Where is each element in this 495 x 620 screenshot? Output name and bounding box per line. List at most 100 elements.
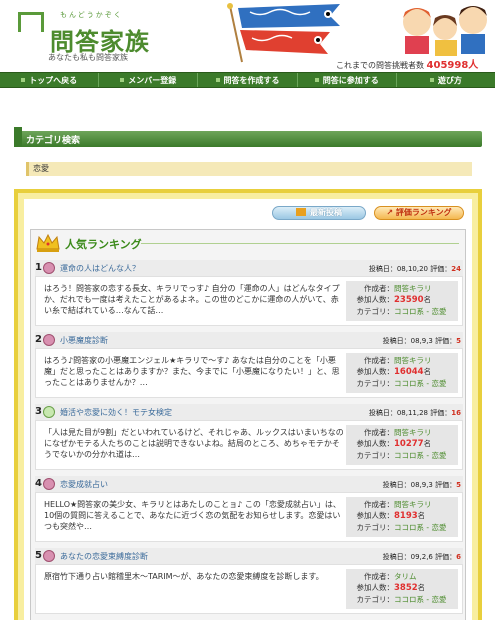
author-label: 作成者： xyxy=(364,500,394,509)
nav-top[interactable]: トップへ戻る xyxy=(0,73,98,87)
author-link[interactable]: 問答キラリ xyxy=(394,284,432,293)
question-meta: 投稿日：08,9,3 評価：5 xyxy=(383,336,461,346)
question-description: 「人は見た目が9割」だといわれているけど、それじゃあ、ルックスはいまいちなのにな… xyxy=(44,428,344,459)
author-link[interactable]: 問答キラリ xyxy=(394,428,432,437)
ranking-entry: 2 小悪魔度診断 投稿日：08,9,3 評価：5 はろう♪問答家の小悪魔エンジェ… xyxy=(35,332,463,398)
category-link[interactable]: ココロ系 - 恋愛 xyxy=(394,379,446,388)
house-roof-icon xyxy=(18,12,44,32)
author-label: 作成者： xyxy=(364,428,394,437)
main-nav: トップへ戻る メンバー登録 問答を作成する 問答に参加する 遊び方 xyxy=(0,72,495,88)
author-avatar-icon xyxy=(43,478,55,490)
category-label: カテゴリ： xyxy=(356,523,395,532)
author-avatar-icon xyxy=(43,334,55,346)
entry-body: はろう！問答家の恋する長女、キラリでっす♪ 自分の「運命の人」はどんなタイプか、… xyxy=(35,276,463,326)
nav-bullet-icon xyxy=(215,78,220,82)
ranking-entry: 4 恋愛成就占い 投稿日：08,9,3 評価：5 HELLO★問答家の美少女、キ… xyxy=(35,476,463,542)
rank-number: 4 xyxy=(35,478,42,489)
posted-date: 08,9,3 xyxy=(410,337,433,345)
rank-number: 5 xyxy=(35,550,42,561)
nav-howto[interactable]: 遊び方 xyxy=(395,73,495,87)
nav-label: 問答に参加する xyxy=(322,75,379,85)
posted-date: 08,11,28 xyxy=(396,409,429,417)
rank-number: 1 xyxy=(35,262,42,273)
participants-count: 8193 xyxy=(394,511,418,521)
posted-label: 投稿日： xyxy=(382,553,411,561)
nav-bullet-icon xyxy=(120,78,125,82)
posted-label: 投稿日： xyxy=(368,409,397,417)
posted-date: 09,2,6 xyxy=(410,553,433,561)
posted-date: 08,9,3 xyxy=(410,481,433,489)
ranking-title: 人気ランキング xyxy=(65,238,142,251)
latest-icon xyxy=(296,208,306,216)
nav-label: トップへ戻る xyxy=(29,75,78,85)
question-description: はろう♪問答家の小悪魔エンジェル★キラリで〜す♪ あなたは自分のことを「小悪魔」… xyxy=(44,356,340,387)
category-label: カテゴリ： xyxy=(356,379,395,388)
category-header-tab xyxy=(14,127,22,147)
category-search-header: カテゴリ検索 xyxy=(14,127,482,147)
entry-header: 1 運命の人はどんな人？ 投稿日：08,10,20 評価：24 xyxy=(35,260,463,276)
author-label: 作成者： xyxy=(364,572,394,581)
question-title-link[interactable]: 運命の人はどんな人？ xyxy=(60,263,140,274)
question-meta: 投稿日：08,10,20 評価：24 xyxy=(369,264,461,274)
site-logo[interactable]: もんどうかぞく 問答家族 あなたも私も問答家族 xyxy=(14,6,164,66)
question-info-box: 作成者：問答キラリ 参加人数：8193名 カテゴリ：ココロ系 - 恋愛 xyxy=(346,497,458,537)
author-avatar-icon xyxy=(43,550,55,562)
question-description: はろう！問答家の恋する長女、キラリでっす♪ 自分の「運命の人」はどんなタイプか、… xyxy=(44,284,340,315)
rating-label: 評価： xyxy=(435,481,457,489)
posted-label: 投稿日： xyxy=(382,481,411,489)
author-link[interactable]: タリム xyxy=(394,572,417,581)
latest-posts-button[interactable]: 最新投稿 xyxy=(272,206,366,220)
rating-score: 16 xyxy=(451,409,461,417)
author-avatar-icon xyxy=(43,262,55,274)
nav-bullet-icon xyxy=(429,78,434,82)
posted-label: 投稿日： xyxy=(382,337,411,345)
category-link[interactable]: ココロ系 - 恋愛 xyxy=(394,523,446,532)
participants-unit: 名 xyxy=(417,511,426,520)
participants-count: 16044 xyxy=(394,367,424,377)
ranking-entry: 1 運命の人はどんな人？ 投稿日：08,10,20 評価：24 はろう！問答家の… xyxy=(35,260,463,326)
rating-label: 評価： xyxy=(435,553,457,561)
category-link[interactable]: ココロ系 - 恋愛 xyxy=(394,595,446,604)
rating-ranking-label: 評価ランキング xyxy=(395,208,452,217)
author-link[interactable]: 問答キラリ xyxy=(394,356,432,365)
question-title-link[interactable]: 小悪魔度診断 xyxy=(60,335,108,346)
nav-label: メンバー登録 xyxy=(128,75,177,85)
participants-unit: 名 xyxy=(423,367,432,376)
entry-body: はろう♪問答家の小悪魔エンジェル★キラリで〜す♪ あなたは自分のことを「小悪魔」… xyxy=(35,348,463,398)
participants-unit: 名 xyxy=(423,295,432,304)
participants-unit: 名 xyxy=(417,583,426,592)
question-title-link[interactable]: 婚活や恋愛に効く！モテ女検定 xyxy=(60,407,172,418)
question-meta: 投稿日：08,11,28 評価：16 xyxy=(369,408,461,418)
nav-label: 問答を作成する xyxy=(223,75,280,85)
nav-bullet-icon xyxy=(314,78,319,82)
entry-body: 原宿竹下通り占い館稽里木〜TARIM〜が、あなたの恋愛束縛度を診断します。 作成… xyxy=(35,564,463,614)
question-title-link[interactable]: あなたの恋愛束縛度診断 xyxy=(60,551,148,562)
participants-label: 参加人数： xyxy=(356,367,395,376)
question-title-link[interactable]: 恋愛成就占い xyxy=(60,479,108,490)
nav-register[interactable]: メンバー登録 xyxy=(98,73,197,87)
rank-number: 3 xyxy=(35,406,42,417)
nav-bullet-icon xyxy=(21,78,26,82)
rating-label: 評価： xyxy=(430,265,452,273)
participants-label: 参加人数： xyxy=(356,439,395,448)
participants-label: 参加人数： xyxy=(356,511,395,520)
category-label: カテゴリ： xyxy=(356,307,395,316)
category-link[interactable]: ココロ系 - 恋愛 xyxy=(394,451,446,460)
category-link[interactable]: ココロ系 - 恋愛 xyxy=(394,307,446,316)
rating-ranking-button[interactable]: ↗ 評価ランキング xyxy=(374,206,464,220)
main-panel-inner: 最新投稿 ↗ 評価ランキング 人気ランキング 1 運命の人はどんな人？ 投稿日：… xyxy=(24,199,472,620)
entry-header: 4 恋愛成就占い 投稿日：08,9,3 評価：5 xyxy=(35,476,463,492)
nav-join[interactable]: 問答に参加する xyxy=(296,73,396,87)
rating-score: 24 xyxy=(451,265,461,273)
latest-posts-label: 最新投稿 xyxy=(310,208,342,217)
author-link[interactable]: 問答キラリ xyxy=(394,500,432,509)
category-label: カテゴリ： xyxy=(356,595,395,604)
ranking-chart-icon: ↗ xyxy=(386,208,394,217)
participants-count: 23590 xyxy=(394,295,424,305)
rating-score: 6 xyxy=(456,553,461,561)
rank-number: 2 xyxy=(35,334,42,345)
entry-header: 5 あなたの恋愛束縛度診断 投稿日：09,2,6 評価：6 xyxy=(35,548,463,564)
rating-label: 評価： xyxy=(435,337,457,345)
category-label: カテゴリ： xyxy=(356,451,395,460)
nav-create[interactable]: 問答を作成する xyxy=(197,73,296,87)
